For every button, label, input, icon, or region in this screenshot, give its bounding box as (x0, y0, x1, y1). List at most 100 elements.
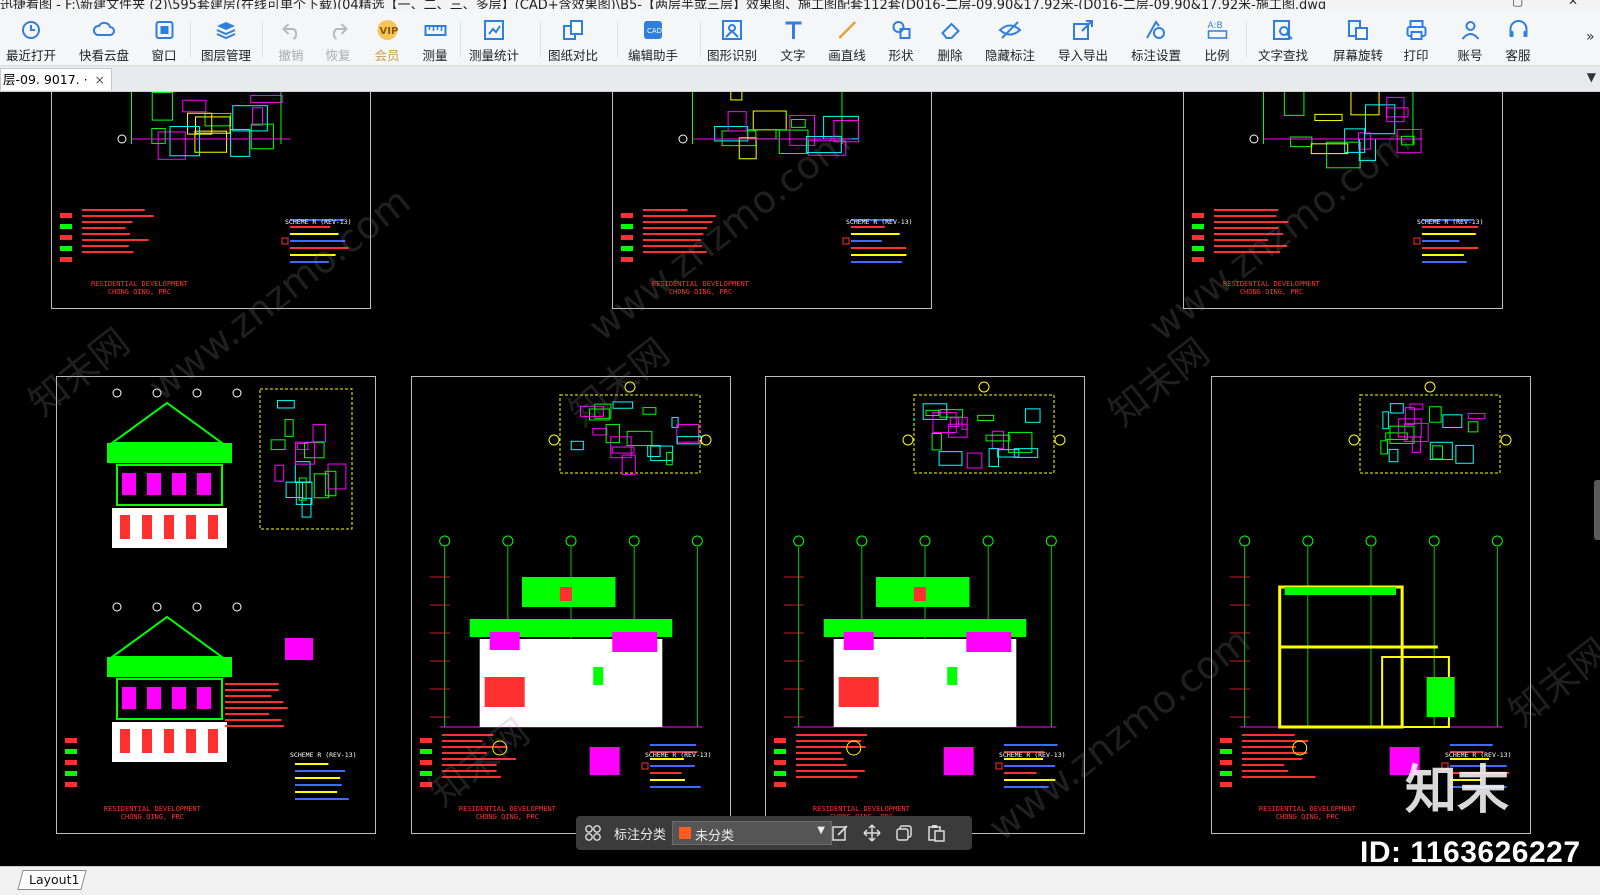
compare-icon (562, 20, 583, 40)
print-icon (1405, 20, 1426, 40)
shape-recognize-icon (721, 20, 742, 40)
toolbar-button-label: 画直线 (828, 48, 866, 63)
restore-icon[interactable]: ▢ (1512, 0, 1523, 8)
toolbar-button-label: 最近打开 (5, 48, 57, 63)
toolbar-button-compare[interactable]: 图纸对比 (548, 9, 598, 65)
hide-annotation-icon (998, 21, 1022, 39)
drawing-title-block: RESIDENTIAL DEVELOPMENTCHONG QING, PRC (412, 805, 603, 821)
toolbar-button-scale[interactable]: A:B 比例 (1204, 9, 1229, 65)
cad-drawing (65, 388, 353, 800)
toolbar-button-label: 图纸对比 (547, 48, 599, 63)
tab-menu-icon[interactable]: ▼ (1587, 70, 1596, 84)
drawing-title-block: RESIDENTIAL DEVELOPMENTCHONG QING, PRC (52, 280, 227, 296)
move-icon[interactable] (862, 823, 882, 843)
annotation-toolbar: 标注分类 未分类 ▼ (576, 816, 972, 850)
toolbar-separator (540, 21, 541, 57)
toolbar-button-label: 标注设置 (1130, 48, 1182, 63)
toolbar-button-label: 导入导出 (1057, 48, 1109, 63)
toolbar-button-label: 文字 (780, 48, 806, 63)
toolbar-button-layers[interactable]: 图层管理 (201, 9, 251, 65)
scheme-label: SCHEME R (REV-13) (1417, 218, 1484, 226)
toolbar-separator (460, 21, 461, 57)
close-tab-icon[interactable]: × (95, 69, 105, 91)
toolbar-button-text-search[interactable]: 文字查找 (1258, 9, 1308, 65)
project-title: RESIDENTIAL DEVELOPMENT (1258, 805, 1356, 813)
undo-icon (281, 23, 297, 40)
layers-icon (216, 22, 236, 40)
annotation-category-value: 未分类 (695, 829, 735, 844)
annotation-category-select[interactable]: 未分类 ▼ (672, 821, 832, 845)
close-icon[interactable]: ✕ (1568, 0, 1578, 8)
headset-icon (1508, 20, 1527, 37)
toolbar-button-measure-stats[interactable]: 测量统计 (469, 9, 519, 65)
document-tab-label: 层-09. 9017. · (3, 72, 88, 87)
toolbar-button-label: 测量统计 (468, 48, 520, 63)
toolbar-button-label: 删除 (937, 48, 963, 63)
annotation-category-label: 标注分类 (614, 828, 667, 843)
clock-icon (21, 21, 40, 39)
window-icon (154, 21, 173, 39)
redo-icon (332, 23, 348, 40)
toolbar-button-undo[interactable]: 撤销 (278, 9, 304, 65)
scheme-label: SCHEME R (REV-13) (645, 751, 712, 759)
vip-icon: VIP (376, 20, 398, 40)
toolbar-button-label: 会员 (374, 48, 400, 63)
edit-assistant-icon: CAD (643, 21, 662, 39)
toolbar-button-import-export[interactable]: 导入导出 (1058, 9, 1108, 65)
toolbar-button-window[interactable]: 窗口 (151, 9, 177, 65)
toolbar-button-label: 屏幕旋转 (1332, 48, 1384, 63)
chevron-down-icon: ▼ (817, 825, 825, 836)
side-panel-handle[interactable] (1594, 480, 1600, 540)
toolbar-button-hide-annotation[interactable]: 隐藏标注 (985, 9, 1035, 65)
drawing-sheet[interactable]: RESIDENTIAL DEVELOPMENTCHONG QING, PRCSC… (765, 376, 1085, 834)
copy-icon[interactable] (894, 823, 914, 843)
document-tab[interactable]: 层-09. 9017. · × (0, 68, 112, 90)
cloud-icon (92, 21, 115, 36)
toolbar-button-label: 窗口 (151, 48, 177, 63)
toolbar-button-annotation-settings[interactable]: 标注设置 (1131, 9, 1181, 65)
toolbar-button-ruler[interactable]: 测量 (422, 9, 448, 65)
toolbar-overflow-icon[interactable]: » (1586, 29, 1595, 45)
drawing-title-block: RESIDENTIAL DEVELOPMENTCHONG QING, PRC (1212, 805, 1403, 821)
project-title: RESIDENTIAL DEVELOPMENT (812, 805, 910, 813)
toolbar-button-shape-recognize[interactable]: 图形识别 (707, 9, 757, 65)
edit-annotation-icon[interactable] (830, 823, 850, 843)
paste-icon[interactable] (926, 823, 946, 843)
toolbar-button-label: 编辑助手 (627, 48, 679, 63)
toolbar-button-account[interactable]: 账号 (1457, 9, 1483, 65)
toolbar-button-eraser[interactable]: 删除 (937, 9, 963, 65)
toolbar-button-vip[interactable]: VIP 会员 (374, 9, 400, 65)
toolbar-button-edit-assistant[interactable]: CAD 编辑助手 (628, 9, 678, 65)
toolbar-button-line[interactable]: 画直线 (828, 9, 866, 65)
znzmo-logo: 知末 (1405, 761, 1509, 818)
grid-menu-icon[interactable] (584, 824, 602, 842)
toolbar-separator (617, 21, 618, 57)
svg-text:VIP: VIP (379, 26, 398, 37)
project-location: CHONG QING, PRC (120, 813, 184, 821)
drawing-sheet[interactable]: RESIDENTIAL DEVELOPMENTCHONG QING, PRC SC… (56, 376, 376, 834)
toolbar-button-headset[interactable]: 客服 (1505, 9, 1531, 65)
cad-drawing (774, 381, 1066, 788)
project-location: CHONG QING, PRC (475, 813, 539, 821)
shapes-icon (891, 21, 910, 39)
toolbar-button-label: 撤销 (278, 48, 304, 63)
toolbar-button-label: 比例 (1204, 48, 1230, 63)
toolbar-button-text[interactable]: 文字 (780, 9, 806, 65)
toolbar-button-print[interactable]: 打印 (1403, 9, 1429, 65)
svg-text:CAD: CAD (647, 27, 662, 35)
layout-tab-label: Layout1 (29, 872, 80, 887)
layout-tab[interactable]: Layout1 (17, 870, 87, 890)
scheme-label: SCHEME R (REV-13) (290, 751, 357, 759)
toolbar-button-rotate-screen[interactable]: 屏幕旋转 (1333, 9, 1383, 65)
drawing-canvas[interactable]: RESIDENTIAL DEVELOPMENT CHONG QING, PRC SC… (0, 92, 1600, 864)
toolbar-button-clock[interactable]: 最近打开 (6, 9, 56, 65)
project-title: RESIDENTIAL DEVELOPMENT (103, 805, 201, 813)
toolbar-button-label: 形状 (888, 48, 914, 63)
watermark-text: 知末网 (1100, 329, 1218, 435)
toolbar-button-shapes[interactable]: 形状 (888, 9, 914, 65)
toolbar-button-cloud[interactable]: 快看云盘 (79, 9, 129, 65)
svg-text:知末: 知末 (1405, 761, 1509, 818)
toolbar-button-redo[interactable]: 恢复 (325, 9, 351, 65)
import-export-icon (1072, 20, 1093, 40)
drawing-title-block: RESIDENTIAL DEVELOPMENTCHONG QING, PRC (57, 805, 248, 821)
